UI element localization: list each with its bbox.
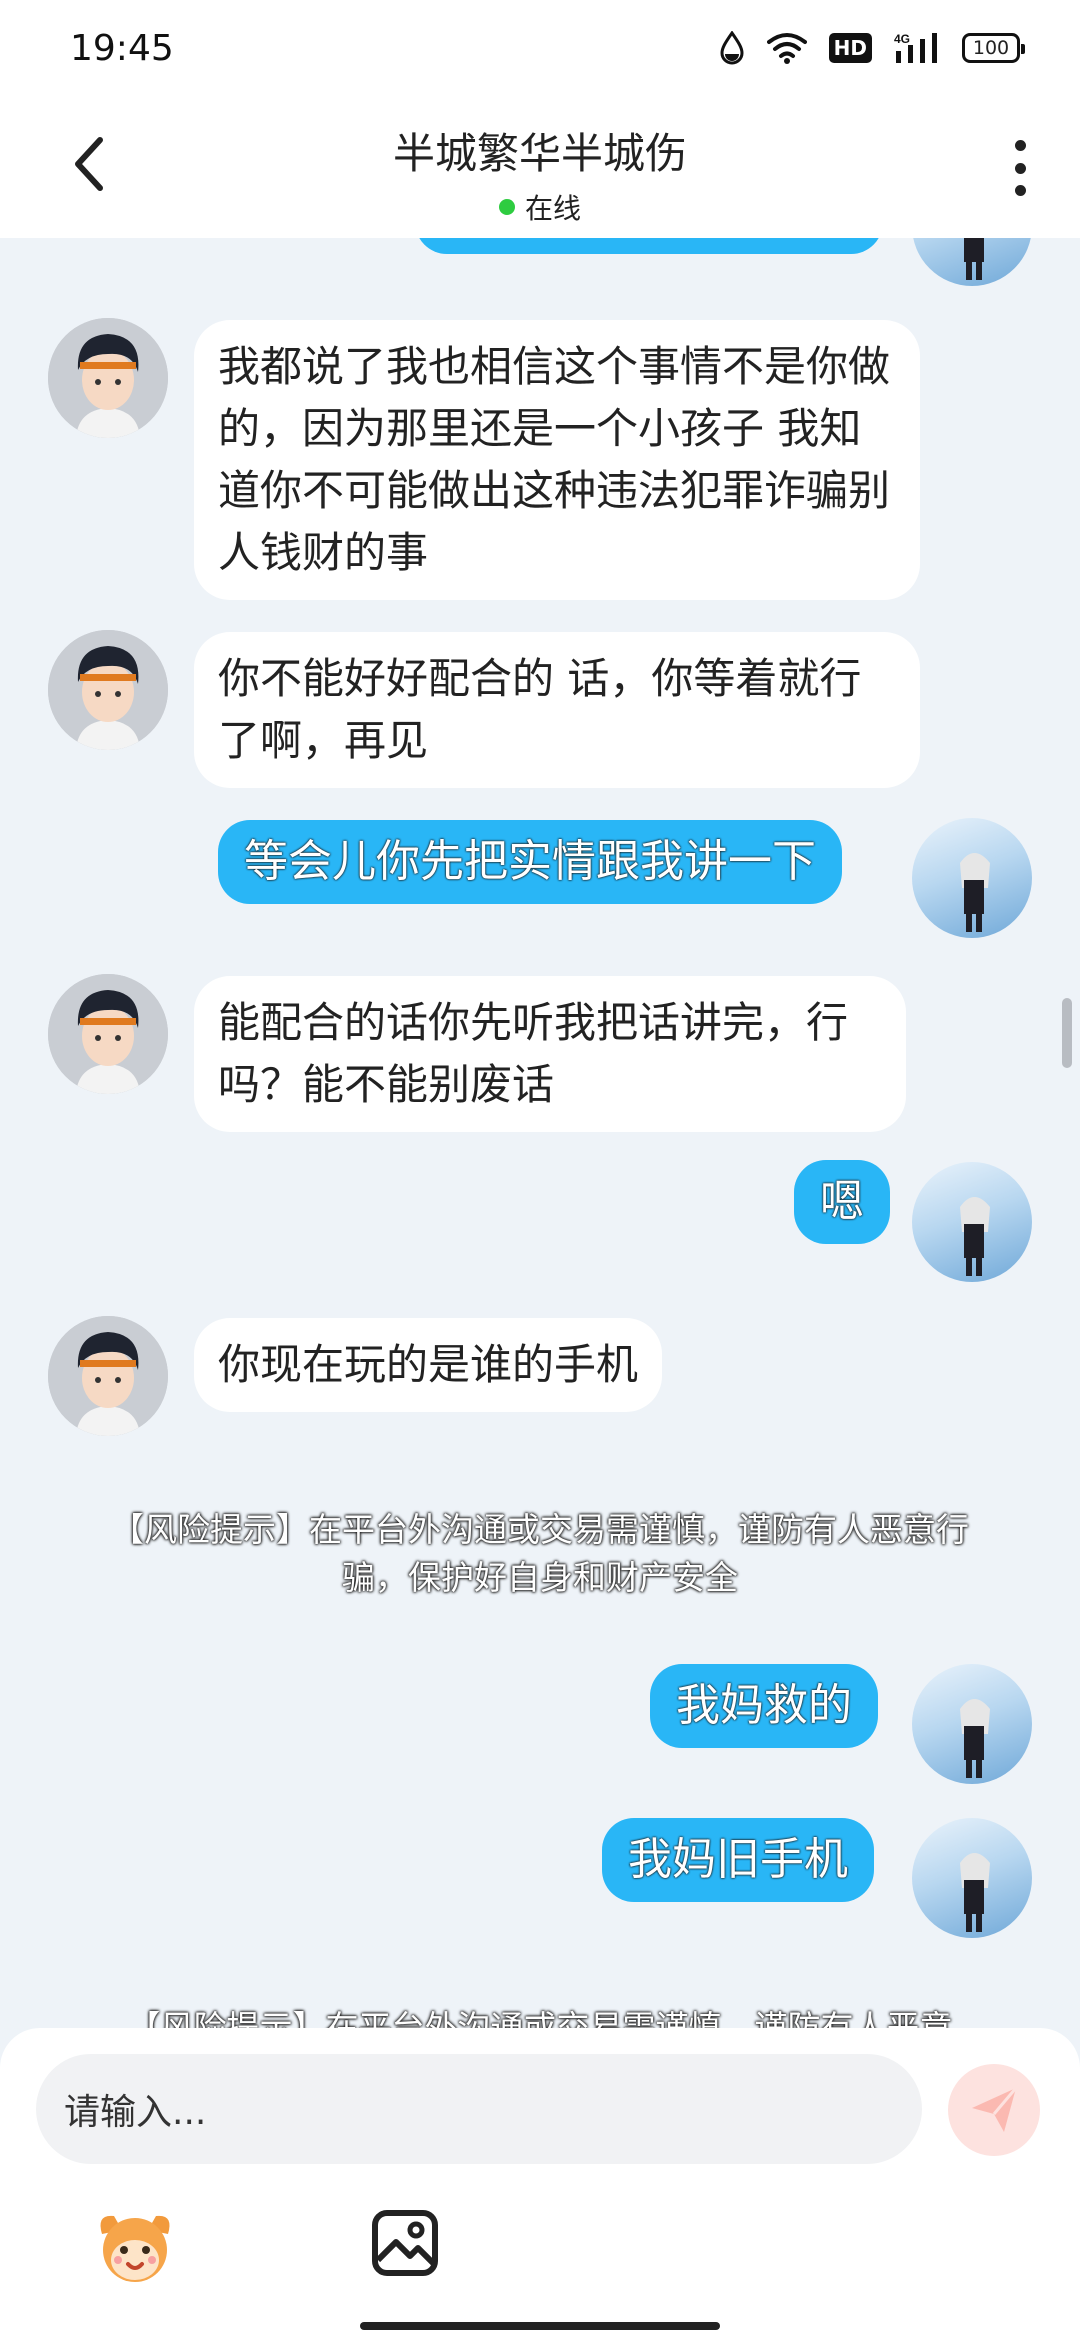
status-time: 19:45 <box>70 27 174 69</box>
incoming-message-bubble[interactable]: 能配合的话你先听我把话讲完，行吗？能不能别废话 <box>194 976 906 1132</box>
chat-message-list[interactable]: 我都说了我也相信这个事情不是你做的，因为那里还是一个小孩子 我知道你不可能做出这… <box>0 238 1080 2028</box>
scrollbar-thumb[interactable] <box>1062 998 1072 1068</box>
avatar-image <box>48 974 168 1094</box>
risk-warning-notice: 【风险提示】在平台外沟通或交易需谨慎，谨防有人恶意行骗，保护好自身和财产安全 <box>111 1510 969 1597</box>
contact-avatar[interactable] <box>48 1316 168 1436</box>
input-panel: 请输入... <box>0 2028 1080 2340</box>
incoming-message-bubble[interactable]: 你现在玩的是谁的手机 <box>194 1318 663 1412</box>
image-icon <box>372 2210 438 2276</box>
avatar-image <box>48 630 168 750</box>
outgoing-message-bubble[interactable]: 嗯 <box>794 1160 890 1244</box>
svg-text:4G: 4G <box>894 32 910 46</box>
battery-icon: 100 <box>962 33 1025 63</box>
avatar-image <box>960 1853 990 1932</box>
avatar-image <box>964 238 984 280</box>
my-avatar[interactable] <box>912 818 1032 938</box>
mascot-emoji-icon <box>100 2215 170 2282</box>
online-dot <box>498 199 515 215</box>
more-options-button[interactable] <box>1000 136 1040 200</box>
more-vertical-icon <box>1014 140 1026 151</box>
send-button[interactable] <box>948 2064 1040 2156</box>
status-bar: 19:45 HD 4G 100 <box>0 0 1080 96</box>
contact-avatar[interactable] <box>48 630 168 750</box>
outgoing-message-bubble[interactable]: 等会儿你先把实情跟我讲一下 <box>218 820 842 904</box>
avatar-image <box>960 853 990 932</box>
outgoing-message-bubble[interactable]: 我妈旧手机 <box>602 1818 874 1902</box>
outgoing-message-bubble[interactable]: 我妈救的 <box>650 1664 878 1748</box>
battery-level: 100 <box>972 37 1010 59</box>
chat-header: 半城繁华半城伤 在线 <box>0 96 1080 238</box>
avatar-image <box>48 318 168 438</box>
image-button[interactable] <box>370 2208 440 2278</box>
online-text: 在线 <box>524 192 581 225</box>
status-icons: HD 4G 100 <box>719 31 1025 65</box>
my-avatar[interactable] <box>912 1162 1032 1282</box>
incoming-message-bubble[interactable]: 我都说了我也相信这个事情不是你做的，因为那里还是一个小孩子 我知道你不可能做出这… <box>194 320 920 600</box>
wifi-icon <box>766 33 807 64</box>
input-placeholder: 请输入... <box>64 2092 207 2133</box>
water-drop-icon <box>720 31 744 65</box>
chat-title: 半城繁华半城伤 <box>392 129 687 178</box>
contact-avatar[interactable] <box>48 974 168 1094</box>
home-indicator[interactable] <box>360 2322 720 2330</box>
emoji-button[interactable] <box>92 2204 178 2290</box>
my-avatar[interactable] <box>912 1818 1032 1938</box>
avatar-image <box>960 1699 990 1778</box>
my-avatar[interactable] <box>912 238 1032 286</box>
signal-icon: 4G <box>894 32 937 63</box>
avatar-image <box>48 1316 168 1436</box>
title-wrap: 半城繁华半城伤 在线 <box>0 120 1080 227</box>
hd-badge: HD <box>828 33 872 63</box>
send-icon <box>972 2087 1018 2132</box>
my-avatar[interactable] <box>912 1664 1032 1784</box>
incoming-message-bubble[interactable]: 你不能好好配合的 话，你等着就行了啊，再见 <box>194 632 920 788</box>
contact-avatar[interactable] <box>48 318 168 438</box>
partial-outgoing-bubble <box>415 238 883 254</box>
message-input[interactable]: 请输入... <box>36 2054 922 2164</box>
risk-warning-notice: 【风险提示】在平台外沟通或交易需谨慎，谨防有人恶意 <box>127 2008 953 2028</box>
online-status: 在线 <box>0 187 1080 227</box>
avatar-image <box>960 1197 990 1276</box>
